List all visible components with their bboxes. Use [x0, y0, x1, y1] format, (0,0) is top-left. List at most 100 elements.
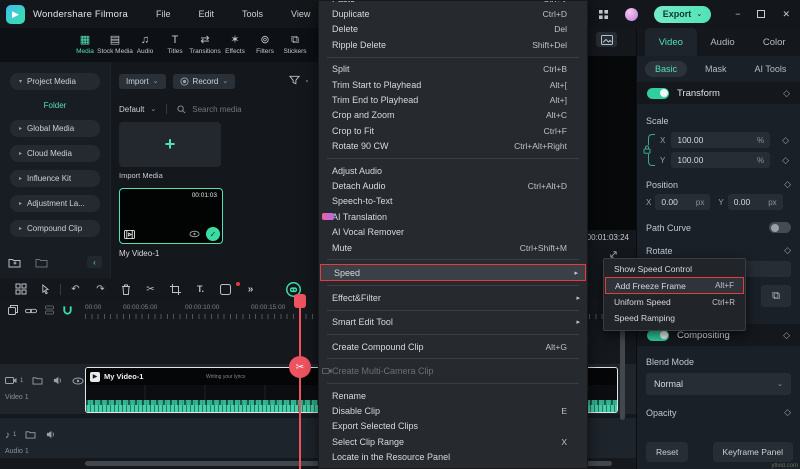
submenu-item-speed-ramping[interactable]: Speed Ramping [604, 310, 745, 326]
crop-icon[interactable] [163, 284, 188, 295]
submenu-item-show-speed-control[interactable]: Show Speed Control [604, 261, 745, 277]
menu-item-mute[interactable]: MuteCtrl+Shift+M [319, 240, 587, 255]
apps-grid-icon[interactable] [598, 9, 609, 20]
menu-item-select-clip-range[interactable]: Select Clip RangeX [319, 434, 587, 449]
link-icon[interactable] [25, 302, 37, 320]
keyframe-diamond-icon[interactable]: ◇ [783, 88, 790, 99]
menu-item-create-compound-clip[interactable]: Create Compound ClipAlt+G [319, 339, 587, 354]
subtab-basic[interactable]: Basic [645, 61, 687, 77]
sort-default-dropdown[interactable]: Default [119, 105, 144, 114]
menu-item-duplicate[interactable]: DuplicateCtrl+D [319, 6, 587, 21]
menu-item-ripple-delete[interactable]: Ripple DeleteShift+Del [319, 37, 587, 52]
menu-item-trim-start[interactable]: Trim Start to PlayheadAlt+[ [319, 77, 587, 92]
layers-icon[interactable] [44, 302, 55, 320]
sidebar-item-influence-kit[interactable]: ▸Influence Kit [10, 170, 100, 187]
scale-y-input[interactable]: 100.00% [671, 152, 770, 168]
keyframe-panel-button[interactable]: Keyframe Panel [713, 442, 793, 462]
close-button[interactable]: ✕ [782, 9, 790, 20]
keyframe-diamond-icon[interactable]: ◇ [784, 179, 791, 190]
image-preview-icon[interactable] [596, 32, 617, 47]
compositing-toggle[interactable] [647, 330, 669, 341]
collapse-panel-icon[interactable]: ‹ [87, 256, 102, 268]
menu-item-effect-filter[interactable]: Effect&Filter [319, 290, 587, 305]
menu-tools[interactable]: Tools [242, 9, 263, 19]
subtab-ai-tools[interactable]: AI Tools [745, 61, 797, 77]
menu-item-export-selected-clips[interactable]: Export Selected Clips [319, 419, 587, 434]
menu-item-detach-audio[interactable]: Detach AudioCtrl+Alt+D [319, 178, 587, 193]
menu-item-ai-translation[interactable]: AI Translation [319, 209, 587, 224]
playhead-line[interactable] [299, 296, 301, 469]
text-tool-icon[interactable]: T. [188, 284, 213, 294]
keyframe-diamond-icon[interactable]: ◇ [782, 135, 789, 146]
filter-funnel-icon[interactable] [289, 72, 300, 90]
vertical-scrollbar[interactable] [620, 330, 625, 420]
sidebar-item-compound-clip[interactable]: ▸Compound Clip [10, 220, 100, 237]
menu-item-trim-end[interactable]: Trim End to PlayheadAlt+] [319, 92, 587, 107]
menu-item-disable-clip[interactable]: Disable ClipE [319, 403, 587, 418]
paste-attributes-icon[interactable]: ⧉ [761, 285, 791, 307]
menu-file[interactable]: File [156, 9, 171, 19]
keyframe-diamond-icon[interactable]: ◇ [784, 407, 791, 418]
tab-video[interactable]: Video [645, 28, 697, 56]
sidebar-item-cloud-media[interactable]: ▸Cloud Media [10, 145, 100, 162]
export-button[interactable]: Export⌄ [654, 6, 711, 23]
sidebar-item-global-media[interactable]: ▸Global Media [10, 120, 100, 137]
eye-icon[interactable] [189, 230, 200, 238]
tab-filters[interactable]: ⊚Filters [250, 28, 280, 62]
tab-media[interactable]: ▦Media [70, 28, 100, 62]
eye-icon[interactable] [72, 372, 84, 390]
speaker-icon[interactable] [52, 372, 63, 390]
sidebar-item-adjustment-layer[interactable]: ▸Adjustment La... [10, 195, 100, 212]
menu-edit[interactable]: Edit [198, 9, 214, 19]
tab-stickers[interactable]: ⧉Stickers [280, 28, 310, 62]
menu-item-speed[interactable]: Speed [320, 264, 586, 281]
maximize-button[interactable] [757, 10, 765, 18]
sidebar-item-folder[interactable]: Folder [0, 98, 110, 112]
scissors-icon[interactable]: ✂ [138, 284, 163, 295]
sidebar-item-project-media[interactable]: ▾Project Media [10, 73, 100, 90]
menu-item-adjust-audio[interactable]: Adjust Audio [319, 163, 587, 178]
folder-icon[interactable] [25, 426, 36, 444]
menu-item-ai-vocal-remover[interactable]: AI Vocal Remover [319, 224, 587, 239]
trash-icon[interactable] [113, 284, 138, 295]
import-media-tile[interactable]: + [119, 122, 221, 167]
reset-button[interactable]: Reset [646, 442, 688, 462]
cursor-icon[interactable] [33, 284, 58, 295]
copy-icon[interactable] [8, 302, 18, 320]
submenu-item-uniform-speed[interactable]: Uniform SpeedCtrl+R [604, 294, 745, 310]
folder-icon[interactable] [32, 372, 43, 390]
minimize-button[interactable]: − [735, 9, 740, 20]
cut-scissors-icon[interactable]: ✂ [289, 356, 311, 378]
keyframe-diamond-icon[interactable]: ◇ [782, 155, 789, 166]
tab-audio[interactable]: ♫Audio [130, 28, 160, 62]
tab-audio[interactable]: Audio [697, 28, 749, 56]
media-thumbnail[interactable]: 00:01:03 [119, 188, 223, 244]
tab-stock-media[interactable]: ▤Stock Media [100, 28, 130, 62]
menu-item-rename[interactable]: Rename [319, 388, 587, 403]
search-input[interactable] [192, 105, 282, 114]
keyframe-diamond-icon[interactable]: ◇ [784, 245, 791, 256]
menu-item-delete[interactable]: DeleteDel [319, 22, 587, 37]
position-x-input[interactable]: 0.00px [655, 194, 710, 210]
speaker-icon[interactable] [45, 426, 56, 444]
lock-icon[interactable] [643, 145, 651, 154]
menu-item-rotate-90[interactable]: Rotate 90 CWCtrl+Alt+Right [319, 139, 587, 154]
redo-icon[interactable]: ↷ [88, 284, 113, 295]
subtab-mask[interactable]: Mask [695, 61, 737, 77]
undo-icon[interactable]: ↶ [63, 284, 88, 295]
new-folder-icon[interactable] [8, 257, 21, 268]
snap-magnet-icon[interactable] [62, 302, 73, 320]
position-y-input[interactable]: 0.00px [728, 194, 783, 210]
media-grid-icon[interactable] [8, 283, 33, 295]
keyframe-diamond-icon[interactable]: ◇ [783, 330, 790, 341]
menu-item-locate-in-resource-panel[interactable]: Locate in the Resource Panel [319, 449, 587, 464]
menu-item-crop-to-fit[interactable]: Crop to FitCtrl+F [319, 123, 587, 138]
tab-color[interactable]: Color [748, 28, 800, 56]
tab-effects[interactable]: ✶Effects [220, 28, 250, 62]
menu-item-split[interactable]: SplitCtrl+B [319, 62, 587, 77]
scale-x-input[interactable]: 100.00% [671, 132, 770, 148]
tab-transitions[interactable]: ⇄Transitions [190, 28, 220, 62]
menu-item-speech-to-text[interactable]: Speech-to-Text [319, 194, 587, 209]
menu-item-crop-and-zoom[interactable]: Crop and ZoomAlt+C [319, 108, 587, 123]
import-button[interactable]: Import⌄ [119, 74, 166, 89]
